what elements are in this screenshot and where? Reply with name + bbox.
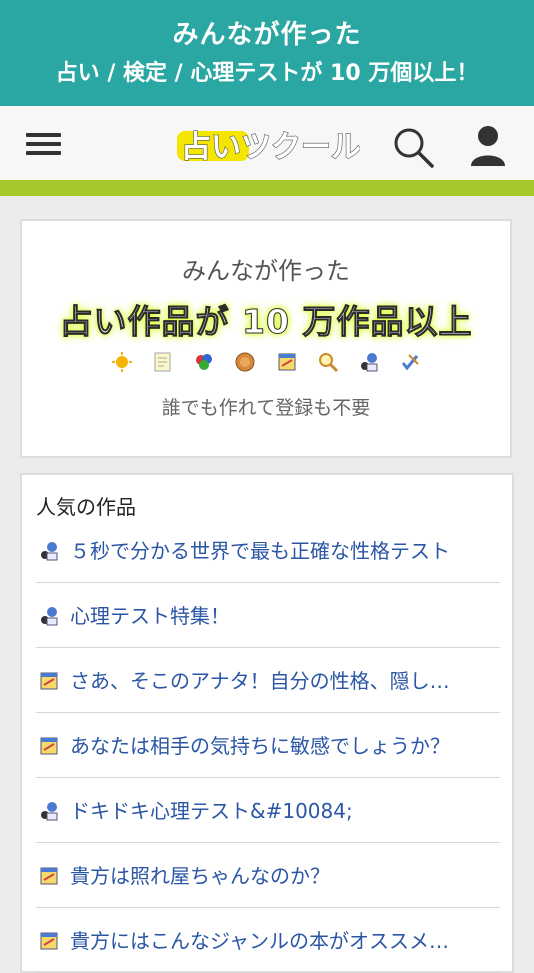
list-item[interactable]: 貴方にはこんなジャンルの本がオススメ…: [36, 908, 500, 973]
banner-line-2: 占い / 検定 / 心理テストが 10 万個以上！: [55, 61, 479, 86]
magnifier-icon: [317, 351, 339, 373]
banner-line-1: みんなが作った: [172, 20, 362, 50]
notebook-icon: [40, 672, 58, 690]
hero-line-3: 誰でも作れて登録も不要: [161, 397, 371, 419]
list-item[interactable]: 貴方は照れ屋ちゃんなのか？: [36, 843, 500, 908]
list-item-title[interactable]: 貴方は照れ屋ちゃんなのか？: [70, 860, 498, 889]
list-item-title[interactable]: 心理テスト特集！: [70, 600, 498, 629]
popular-list: 人気の作品 ５秒で分かる世界で最も正確な性格テスト 心理テスト特集！ さあ、そこ…: [20, 473, 514, 973]
search-icon[interactable]: [392, 126, 434, 168]
popular-heading: 人気の作品: [36, 495, 136, 519]
hero-line-1: みんなが作った: [182, 257, 350, 285]
notebook-icon: [40, 867, 58, 885]
top-banner[interactable]: みんなが作った 占い / 検定 / 心理テストが 10 万個以上！: [0, 0, 534, 106]
user-icon[interactable]: [468, 124, 508, 166]
sun-icon: [111, 351, 133, 373]
site-logo[interactable]: 占いツクール: [175, 125, 360, 165]
pen-check-icon: [399, 351, 421, 373]
hero-line-2: 占い作品が 10 万作品以上: [59, 302, 473, 342]
list-item-title[interactable]: ５秒で分かる世界で最も正確な性格テスト: [70, 535, 498, 564]
notebook-icon: [40, 737, 58, 755]
logo-text: 占いツクール: [181, 130, 360, 165]
list-item-title[interactable]: ドキドキ心理テスト&#10084;: [70, 795, 498, 824]
fortune-teller-icon: [358, 351, 380, 373]
nav-bar: 占いツクール: [0, 106, 534, 180]
fortune-teller-icon: [41, 542, 58, 561]
memo-icon: [152, 351, 174, 373]
color-balls-icon: [193, 351, 215, 373]
accent-bar: [0, 180, 534, 196]
hamburger-menu-icon[interactable]: [26, 133, 61, 155]
hero-card[interactable]: みんなが作った 占い作品が 10 万作品以上 誰でも作れて登録も不要: [20, 219, 512, 458]
list-item[interactable]: さあ、そこのアナタ！自分の性格、隠し…: [36, 648, 500, 713]
list-item[interactable]: ドキドキ心理テスト&#10084;: [36, 778, 500, 843]
hero-icon-row: [22, 351, 510, 375]
fortune-teller-icon: [41, 802, 58, 821]
notebook-icon: [40, 932, 58, 950]
list-item[interactable]: あなたは相手の気持ちに敏感でしょうか？: [36, 713, 500, 778]
list-item[interactable]: ５秒で分かる世界で最も正確な性格テスト: [36, 518, 500, 583]
list-item[interactable]: 心理テスト特集！: [36, 583, 500, 648]
shell-icon: [234, 351, 256, 373]
list-item-title[interactable]: さあ、そこのアナタ！自分の性格、隠し…: [70, 665, 498, 694]
notebook-icon: [276, 351, 298, 373]
list-item-title[interactable]: あなたは相手の気持ちに敏感でしょうか？: [70, 730, 498, 759]
fortune-teller-icon: [41, 607, 58, 626]
